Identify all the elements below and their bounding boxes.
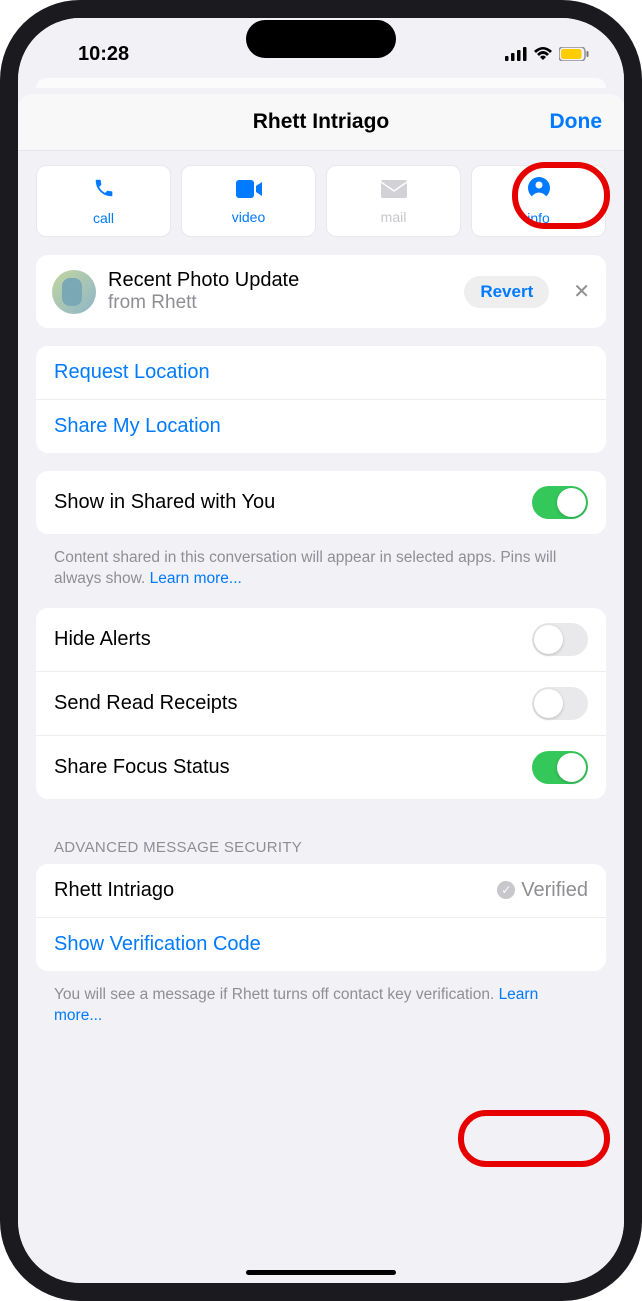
- person-icon: [528, 177, 550, 206]
- wifi-icon: [533, 47, 553, 61]
- focus-status-toggle[interactable]: [532, 751, 588, 784]
- info-button[interactable]: info: [471, 165, 606, 237]
- focus-status-row: Share Focus Status: [36, 735, 606, 799]
- security-header: ADVANCED MESSAGE SECURITY: [36, 817, 606, 864]
- read-receipts-toggle[interactable]: [532, 687, 588, 720]
- hide-alerts-row: Hide Alerts: [36, 608, 606, 671]
- mail-button: mail: [326, 165, 461, 237]
- call-label: call: [93, 210, 114, 226]
- show-verification-code-button[interactable]: Show Verification Code: [36, 917, 606, 971]
- mail-icon: [381, 177, 407, 205]
- contact-avatar: [52, 270, 96, 314]
- request-location-button[interactable]: Request Location: [36, 346, 606, 399]
- dismiss-button[interactable]: ✕: [573, 279, 590, 304]
- call-button[interactable]: call: [36, 165, 171, 237]
- shared-with-you-row: Show in Shared with You: [36, 471, 606, 534]
- video-button[interactable]: video: [181, 165, 316, 237]
- check-icon: ✓: [497, 881, 515, 899]
- done-button[interactable]: Done: [550, 110, 603, 134]
- video-label: video: [232, 209, 265, 225]
- photo-update-from: from Rhett: [108, 292, 299, 314]
- shared-learn-more[interactable]: Learn more...: [150, 570, 242, 587]
- share-location-button[interactable]: Share My Location: [36, 399, 606, 453]
- status-time: 10:28: [78, 43, 129, 66]
- read-receipts-row: Send Read Receipts: [36, 671, 606, 735]
- hide-alerts-toggle[interactable]: [532, 623, 588, 656]
- dynamic-island: [246, 20, 396, 58]
- signal-icon: [505, 47, 527, 61]
- shared-footer: Content shared in this conversation will…: [36, 540, 606, 594]
- battery-icon: [559, 47, 589, 61]
- mail-label: mail: [381, 209, 407, 225]
- sheet-header: Rhett Intriago Done: [18, 94, 624, 151]
- security-footer: You will see a message if Rhett turns of…: [36, 977, 606, 1031]
- verified-badge: ✓ Verified: [497, 879, 588, 902]
- phone-icon: [93, 177, 115, 206]
- home-indicator[interactable]: [246, 1270, 396, 1275]
- photo-update-title: Recent Photo Update: [108, 269, 299, 292]
- video-icon: [236, 177, 262, 205]
- contact-title: Rhett Intriago: [253, 110, 390, 134]
- revert-button[interactable]: Revert: [464, 276, 549, 308]
- shared-with-you-toggle[interactable]: [532, 486, 588, 519]
- background-sheet-peek: [36, 78, 606, 88]
- info-label: info: [527, 210, 550, 226]
- security-contact-row: Rhett Intriago ✓ Verified: [36, 864, 606, 917]
